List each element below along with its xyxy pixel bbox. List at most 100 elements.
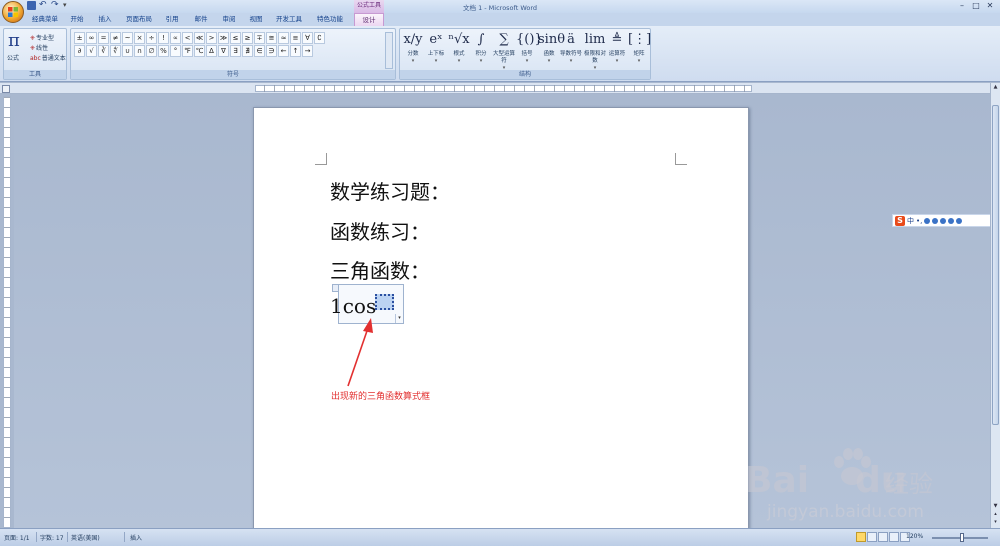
symbol-button[interactable]: ∪ xyxy=(122,45,133,57)
symbol-button[interactable]: → xyxy=(302,45,313,57)
next-page-icon[interactable]: ▾ xyxy=(992,519,999,526)
vertical-scrollbar[interactable]: ▲ ▼ ▴ ▾ xyxy=(990,83,1000,528)
structure-button-8[interactable]: lim 极限和对数 ▾ xyxy=(584,31,606,71)
equation-button[interactable]: π xyxy=(8,31,20,51)
structure-button-5[interactable]: {()} 括号 ▾ xyxy=(516,31,543,71)
structure-button-0[interactable]: x/y 分数 ▾ xyxy=(402,31,424,71)
vertical-ruler[interactable] xyxy=(3,96,11,528)
symbol-button[interactable]: ÷ xyxy=(146,32,157,44)
mic-icon[interactable] xyxy=(932,217,939,224)
tab-8[interactable]: 开发工具 xyxy=(272,13,306,26)
symbol-button[interactable]: % xyxy=(158,45,169,57)
normal-text-option[interactable]: abc普通文本 xyxy=(30,53,66,62)
symbol-button[interactable]: ≈ xyxy=(278,32,289,44)
symbol-button[interactable]: × xyxy=(134,32,145,44)
symbol-button[interactable]: ≫ xyxy=(218,32,229,44)
structure-button-1[interactable]: eˣ 上下标 ▾ xyxy=(425,31,447,71)
tab-5[interactable]: 邮件 xyxy=(190,13,212,26)
tab-4[interactable]: 引用 xyxy=(161,13,183,26)
equation-options-dropdown[interactable]: ▾ xyxy=(395,314,403,323)
save-icon[interactable] xyxy=(27,1,36,10)
symbol-button[interactable]: ∄ xyxy=(242,45,253,57)
symbol-button[interactable]: ≥ xyxy=(242,32,253,44)
scroll-down-icon[interactable]: ▼ xyxy=(992,503,999,510)
structure-button-6[interactable]: sinθ 函数 ▾ xyxy=(538,31,565,71)
language-indicator[interactable]: 英语(美国) xyxy=(71,533,100,542)
tools-icon[interactable] xyxy=(956,217,963,224)
keyboard-icon[interactable] xyxy=(940,217,947,224)
doc-line-3[interactable]: 三角函数： xyxy=(330,255,430,284)
symbol-button[interactable]: ∓ xyxy=(254,32,265,44)
scroll-thumb[interactable] xyxy=(992,105,999,425)
symbol-button[interactable]: < xyxy=(182,32,193,44)
linear-option[interactable]: ⁜线性 xyxy=(30,43,48,52)
symbol-button[interactable]: ∆ xyxy=(206,45,217,57)
outline-view-icon[interactable] xyxy=(889,532,899,542)
tab-1[interactable]: 开始 xyxy=(66,13,88,26)
symbol-button[interactable]: ← xyxy=(278,45,289,57)
symbol-button[interactable]: ≪ xyxy=(194,32,205,44)
insert-mode[interactable]: 插入 xyxy=(130,533,142,542)
symbol-button[interactable]: ∇ xyxy=(218,45,229,57)
horizontal-ruler[interactable] xyxy=(0,83,1000,94)
ime-toolbar[interactable]: S 中 •, xyxy=(892,214,992,227)
symbol-button[interactable]: ∩ xyxy=(134,45,145,57)
sogou-logo-icon[interactable]: S xyxy=(895,215,905,226)
smiley-icon[interactable] xyxy=(924,217,931,224)
structure-button-9[interactable]: ≜ 运算符 ▾ xyxy=(606,31,628,71)
web-layout-view-icon[interactable] xyxy=(878,532,888,542)
symbol-button[interactable]: > xyxy=(206,32,217,44)
structure-button-4[interactable]: ∑ 大型运算符 ▾ xyxy=(493,31,515,71)
symbol-button[interactable]: ! xyxy=(158,32,169,44)
zoom-level[interactable]: 120% xyxy=(906,533,923,540)
office-button[interactable] xyxy=(2,1,24,23)
page-count[interactable]: 页面: 1/1 xyxy=(4,533,30,542)
professional-option[interactable]: ⁜专业型 xyxy=(30,33,54,42)
symbol-button[interactable]: ∈ xyxy=(254,45,265,57)
symbol-button[interactable]: ∁ xyxy=(314,32,325,44)
symbol-button[interactable]: √ xyxy=(86,45,97,57)
scroll-up-icon[interactable]: ▲ xyxy=(992,84,999,91)
redo-icon[interactable]: ↷ xyxy=(51,1,60,10)
ruler-toggle-button[interactable] xyxy=(2,85,10,93)
function-argument-placeholder[interactable] xyxy=(375,294,394,310)
undo-icon[interactable]: ↶ xyxy=(39,1,48,10)
symbol-button[interactable]: ∞ xyxy=(86,32,97,44)
tab-3[interactable]: 页面布局 xyxy=(122,13,156,26)
symbol-button[interactable]: ∜ xyxy=(110,45,121,57)
minimize-button[interactable]: – xyxy=(956,1,968,11)
symbol-button[interactable]: ≡ xyxy=(290,32,301,44)
symbol-button[interactable]: ℉ xyxy=(182,45,193,57)
ime-punct[interactable]: •, xyxy=(916,217,922,225)
tab-6[interactable]: 审阅 xyxy=(218,13,240,26)
symbol-button[interactable]: ≠ xyxy=(110,32,121,44)
symbol-button[interactable]: ↑ xyxy=(290,45,301,57)
close-button[interactable]: ✕ xyxy=(984,1,996,11)
symbol-button[interactable]: ∀ xyxy=(302,32,313,44)
symbol-button[interactable]: ∝ xyxy=(170,32,181,44)
symbol-button[interactable]: ° xyxy=(170,45,181,57)
symbol-button[interactable]: ∛ xyxy=(98,45,109,57)
tab-9[interactable]: 特色功能 xyxy=(313,13,347,26)
symbol-button[interactable]: ∅ xyxy=(146,45,157,57)
symbol-button[interactable]: ℃ xyxy=(194,45,205,57)
customize-qat-icon[interactable]: ▾ xyxy=(63,1,72,10)
tab-7[interactable]: 视图 xyxy=(245,13,267,26)
symbol-button[interactable]: ± xyxy=(74,32,85,44)
document-page[interactable]: 数学练习题： 函数练习： 三角函数： ▾ 1cos 出现新的三角函数算式框 xyxy=(253,107,749,530)
symbol-gallery-scroll[interactable] xyxy=(385,32,393,69)
tab-2[interactable]: 插入 xyxy=(94,13,116,26)
symbol-button[interactable]: = xyxy=(98,32,109,44)
zoom-slider-knob[interactable] xyxy=(960,533,964,542)
print-layout-view-icon[interactable] xyxy=(856,532,866,542)
symbol-button[interactable]: ~ xyxy=(122,32,133,44)
structure-button-3[interactable]: ∫ 积分 ▾ xyxy=(470,31,492,71)
structure-button-7[interactable]: ä 导数符号 ▾ xyxy=(560,31,582,71)
doc-line-2[interactable]: 函数练习： xyxy=(330,216,430,245)
symbol-button[interactable]: ∃ xyxy=(230,45,241,57)
word-count[interactable]: 字数: 17 xyxy=(40,533,64,542)
prev-page-icon[interactable]: ▴ xyxy=(992,511,999,518)
symbol-button[interactable]: ≅ xyxy=(266,32,277,44)
symbol-button[interactable]: ∋ xyxy=(266,45,277,57)
symbol-button[interactable]: ∂ xyxy=(74,45,85,57)
